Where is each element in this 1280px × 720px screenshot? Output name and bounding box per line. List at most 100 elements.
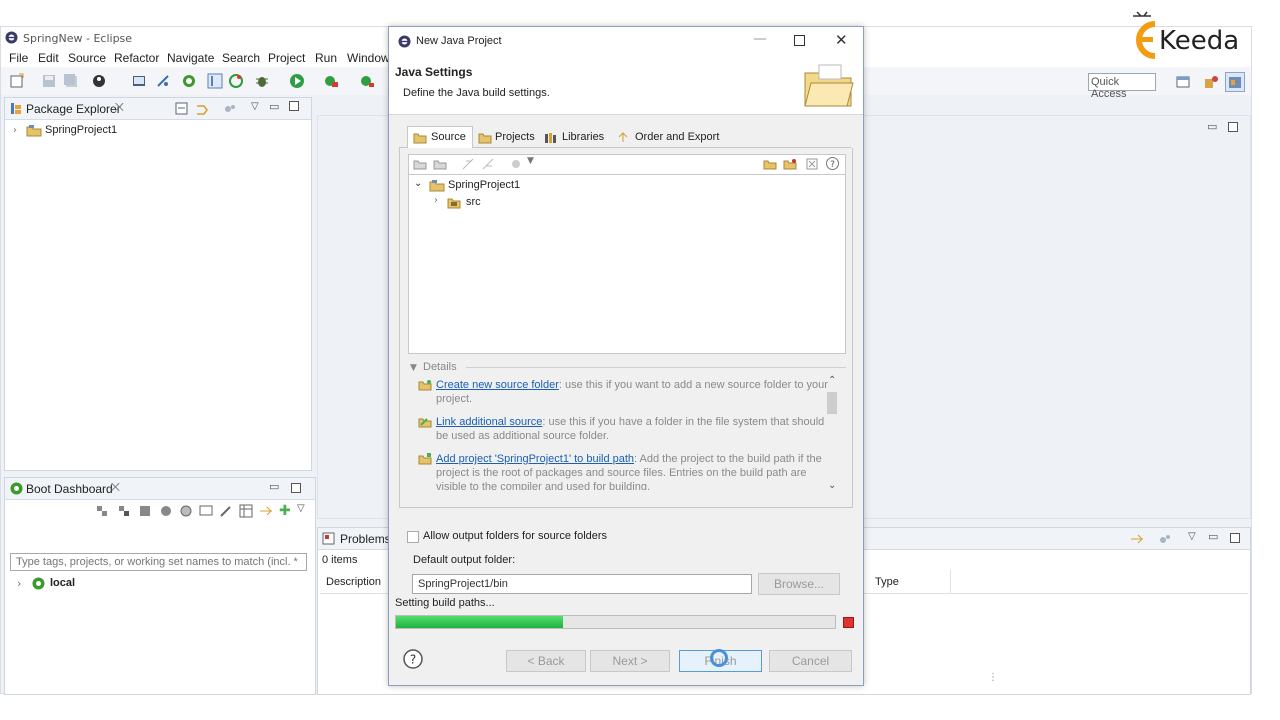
new-icon[interactable]: [9, 73, 25, 89]
details-label[interactable]: Details: [423, 361, 457, 373]
configure-icon[interactable]: [509, 157, 523, 171]
help-icon[interactable]: ?: [403, 649, 423, 669]
scroll-up-icon[interactable]: ⌃: [828, 375, 836, 386]
expand-icon[interactable]: [763, 157, 777, 171]
next-button[interactable]: Next >: [590, 650, 670, 672]
link-folder-icon[interactable]: [433, 157, 447, 171]
maximize-icon[interactable]: [1230, 533, 1240, 543]
skip-breakpoints-icon[interactable]: [155, 73, 171, 89]
column-type[interactable]: Type: [875, 576, 899, 588]
menu-source[interactable]: Source: [68, 51, 106, 65]
link-with-editor-icon[interactable]: [195, 102, 209, 115]
stop-icon[interactable]: [139, 505, 151, 517]
add-target-icon[interactable]: ✚: [279, 503, 291, 519]
tree-item-local[interactable]: local: [50, 577, 75, 589]
coverage-icon[interactable]: [359, 73, 375, 89]
save-icon[interactable]: [41, 73, 57, 89]
tree-item-src[interactable]: src: [466, 196, 481, 208]
open-perspective-icon[interactable]: [1175, 74, 1191, 90]
create-new-source-folder-link[interactable]: Create new source folder: [436, 379, 559, 391]
menu-search[interactable]: Search: [222, 51, 260, 65]
include-icon[interactable]: [461, 157, 475, 171]
maximize-icon[interactable]: [1228, 122, 1238, 132]
toggle-icon[interactable]: [1130, 532, 1144, 546]
refresh-icon[interactable]: [228, 73, 244, 89]
exclude-icon[interactable]: [481, 157, 495, 171]
debug-icon[interactable]: [254, 73, 270, 89]
problems-title[interactable]: Problems: [340, 532, 391, 546]
link-icon[interactable]: [259, 504, 273, 518]
menu-file[interactable]: File: [9, 51, 28, 65]
status-bar-grip-icon[interactable]: ⋮: [988, 672, 998, 683]
back-button[interactable]: < Back: [506, 650, 586, 672]
tab-source[interactable]: Source: [407, 126, 473, 148]
browse-button[interactable]: Browse...: [758, 573, 840, 595]
allow-output-folders-checkbox[interactable]: [407, 531, 419, 543]
close-icon[interactable]: ⨉: [111, 481, 120, 495]
console-icon[interactable]: [199, 504, 213, 518]
maximize-icon[interactable]: [289, 101, 299, 111]
help-icon[interactable]: ?: [825, 156, 840, 171]
collapse-chevron-icon[interactable]: ⌄: [414, 178, 422, 189]
view-menu-icon[interactable]: ▽: [297, 503, 305, 514]
run-icon[interactable]: [289, 73, 305, 89]
boot-dashboard-title[interactable]: Boot Dashboard: [26, 482, 113, 496]
profile-icon[interactable]: [91, 73, 107, 89]
default-output-folder-input[interactable]: [412, 574, 752, 594]
allow-output-folders-label[interactable]: Allow output folders for source folders: [423, 530, 607, 542]
menu-run[interactable]: Run: [315, 51, 337, 65]
save-all-icon[interactable]: [63, 73, 79, 89]
expand-chevron-icon[interactable]: ›: [13, 125, 17, 136]
debug-icon[interactable]: [117, 504, 131, 518]
menu-navigate[interactable]: Navigate: [167, 51, 214, 65]
refresh-icon[interactable]: [159, 504, 173, 518]
link-additional-source-link[interactable]: Link additional source: [436, 416, 542, 428]
filter-icon[interactable]: [1158, 532, 1172, 546]
toggle-view-icon[interactable]: [207, 73, 223, 89]
scrollbar-thumb[interactable]: [827, 392, 837, 414]
add-project-to-build-path-link[interactable]: Add project 'SpringProject1' to build pa…: [436, 453, 634, 465]
scroll-down-icon[interactable]: ⌄: [828, 480, 836, 491]
spring-boot-icon[interactable]: [181, 73, 197, 89]
quick-access-field[interactable]: Quick Access: [1088, 73, 1156, 100]
cancel-button[interactable]: Cancel: [769, 650, 852, 672]
tree-item-project[interactable]: SpringProject1: [448, 179, 520, 191]
boot-dashboard-filter-input[interactable]: [10, 553, 307, 571]
start-icon[interactable]: [95, 504, 109, 518]
close-icon[interactable]: ⨉: [115, 101, 124, 115]
maximize-button[interactable]: [794, 35, 805, 46]
minimize-icon[interactable]: ▭: [269, 480, 279, 493]
terminal-icon[interactable]: [131, 73, 147, 89]
menu-project[interactable]: Project: [268, 51, 305, 65]
close-button[interactable]: ✕: [835, 31, 848, 49]
tab-libraries[interactable]: Libraries: [542, 127, 612, 147]
menu-window[interactable]: Window: [347, 51, 390, 65]
java-perspective-icon[interactable]: [1225, 72, 1245, 92]
details-toggle-icon[interactable]: ▼: [410, 363, 417, 373]
stop-progress-icon[interactable]: [843, 617, 854, 628]
minimize-button[interactable]: —: [753, 31, 767, 47]
tree-item-springproject1[interactable]: SpringProject1: [45, 124, 117, 136]
add-folder-icon[interactable]: [413, 157, 427, 171]
dropdown-icon[interactable]: ▼: [527, 156, 534, 166]
edit-icon[interactable]: [219, 504, 233, 518]
remove-icon[interactable]: [805, 157, 819, 171]
tab-order-and-export[interactable]: Order and Export: [615, 127, 725, 147]
expand-chevron-icon[interactable]: ›: [434, 195, 438, 206]
menu-refactor[interactable]: Refactor: [114, 51, 159, 65]
tab-projects[interactable]: Projects: [476, 127, 539, 147]
external-tools-icon[interactable]: [323, 73, 339, 89]
minimize-icon[interactable]: ▭: [1208, 530, 1218, 543]
minimize-icon[interactable]: ▭: [269, 100, 279, 113]
view-menu-icon[interactable]: ▽: [1188, 531, 1196, 542]
menu-edit[interactable]: Edit: [38, 51, 59, 65]
properties-icon[interactable]: [239, 504, 253, 518]
column-description[interactable]: Description: [326, 576, 381, 588]
minimize-icon[interactable]: ▭: [1207, 120, 1217, 133]
maximize-icon[interactable]: [291, 483, 301, 493]
open-browser-icon[interactable]: [179, 504, 193, 518]
package-explorer-title[interactable]: Package Explorer: [26, 102, 121, 116]
expand-chevron-icon[interactable]: ›: [17, 577, 21, 590]
java-ee-perspective-icon[interactable]: [1203, 74, 1219, 90]
collapse-all-icon[interactable]: [175, 102, 188, 115]
